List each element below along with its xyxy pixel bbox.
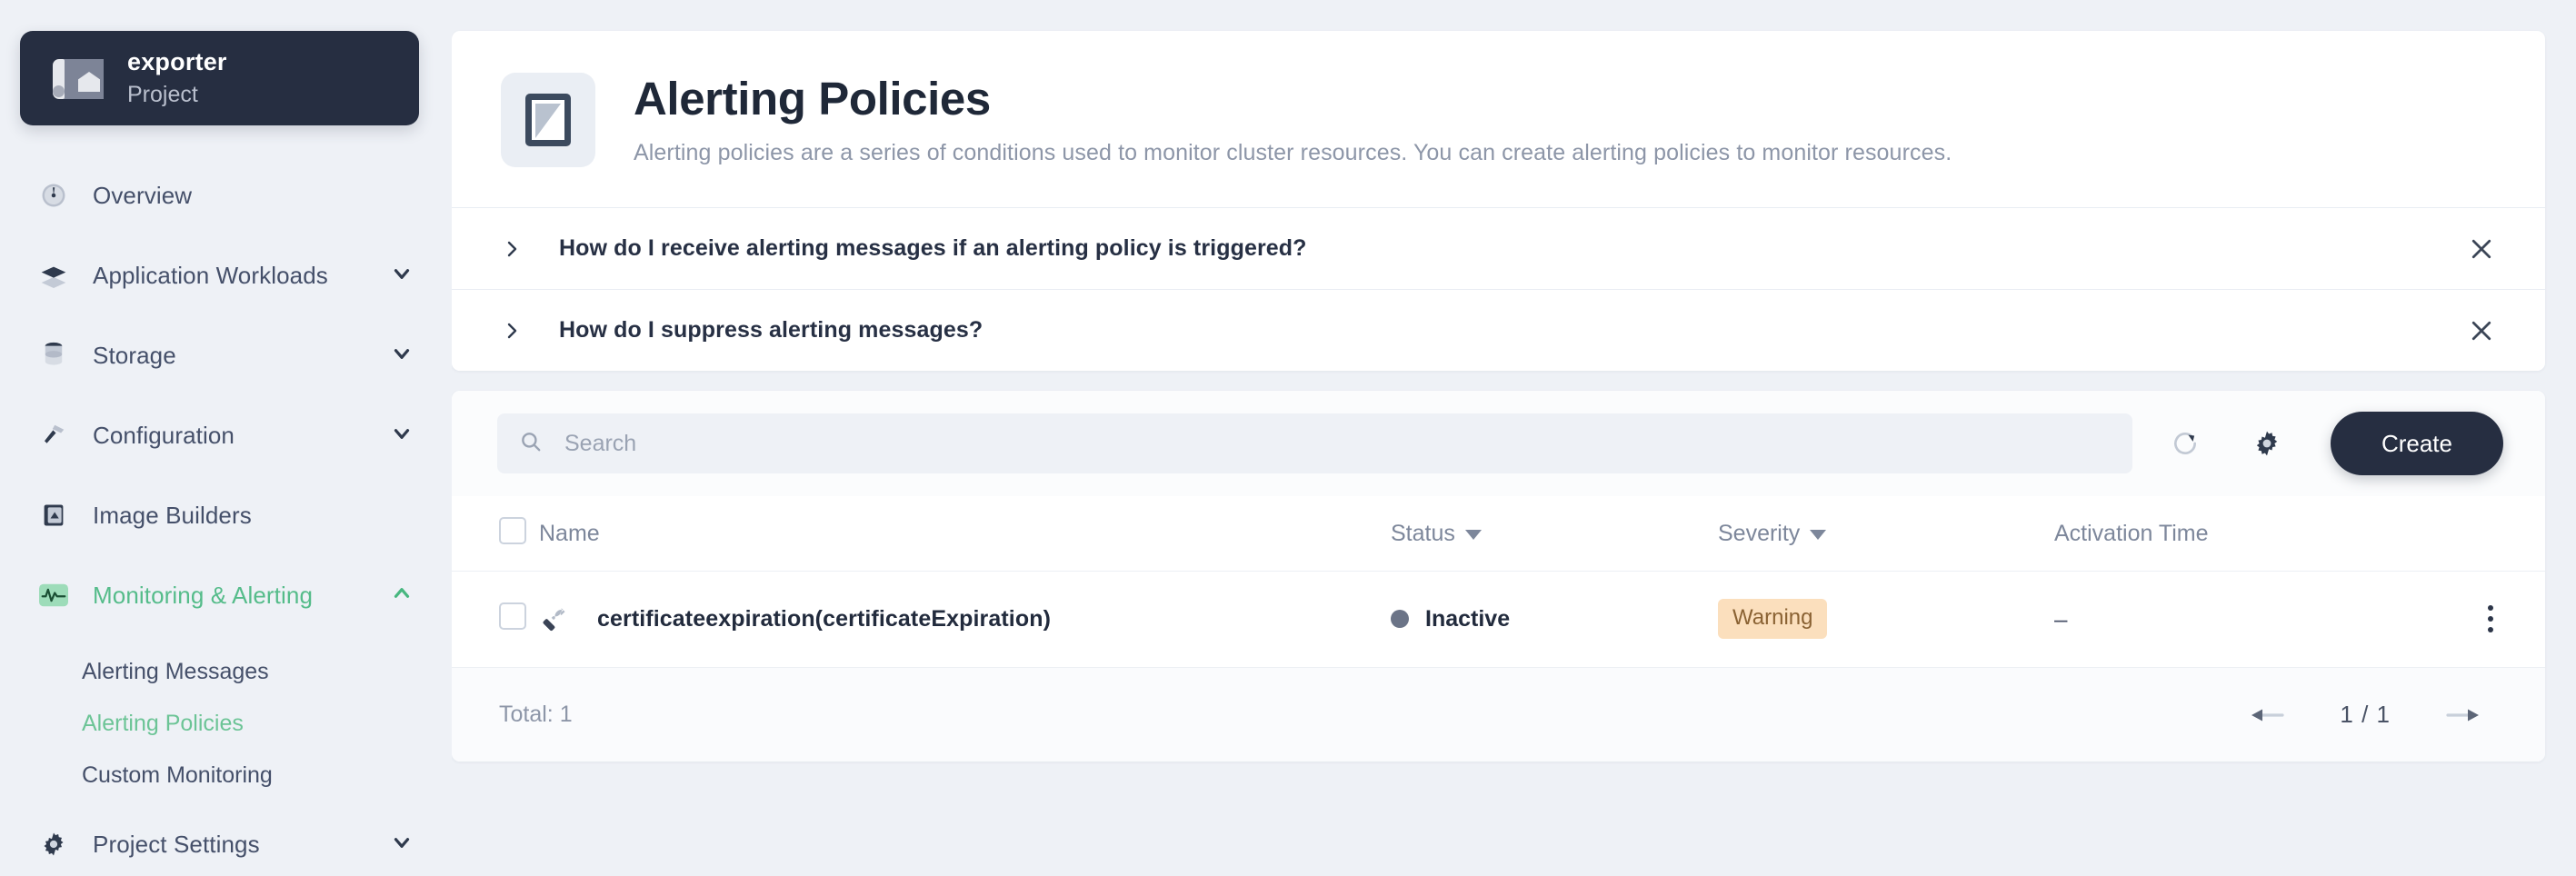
project-name: exporter [127, 47, 227, 78]
row-select-cell [452, 571, 539, 667]
column-header-name: Name [539, 496, 1391, 571]
faq-question: How do I receive alerting messages if an… [559, 235, 1307, 262]
column-label: Activation Time [2054, 521, 2209, 546]
refresh-icon[interactable] [2156, 414, 2214, 473]
chevron-right-icon[interactable] [501, 238, 524, 260]
sidebar-item-monitoring-alerting[interactable]: Monitoring & Alerting [0, 569, 452, 622]
chevron-down-icon[interactable] [390, 342, 414, 370]
chevron-down-icon[interactable] [390, 422, 414, 450]
chevron-right-icon[interactable] [501, 320, 524, 342]
sidebar-item-alerting-policies[interactable]: Alerting Policies [0, 701, 452, 746]
select-all-header [452, 496, 539, 571]
policy-table: Name Status Severity Activation Time [452, 496, 2545, 667]
row-name-cell: certificateexpiration(certificateExpirat… [539, 571, 1391, 667]
search-input[interactable]: Search [497, 413, 2132, 473]
close-icon[interactable] [2465, 233, 2498, 265]
sidebar-item-label: Configuration [93, 422, 235, 450]
status-dot-icon [1391, 610, 1409, 628]
table-row[interactable]: certificateexpiration(certificateExpirat… [452, 571, 2545, 667]
sidebar-item-label: Storage [93, 342, 176, 370]
row-status-cell: Inactive [1391, 571, 1718, 667]
main-content: Alerting Policies Alerting policies are … [452, 0, 2576, 876]
column-header-actions [2436, 496, 2545, 571]
select-all-checkbox[interactable] [499, 517, 526, 544]
row-checkbox[interactable] [499, 602, 526, 630]
sidebar-item-label: Overview [93, 182, 192, 210]
sidebar-item-alerting-messages[interactable]: Alerting Messages [0, 649, 452, 694]
column-header-status: Status [1391, 496, 1718, 571]
status-badge: Warning [1718, 599, 1827, 639]
faq-row[interactable]: How do I suppress alerting messages? [452, 289, 2545, 371]
faq-question: How do I suppress alerting messages? [559, 317, 983, 343]
column-header-severity: Severity [1718, 496, 2054, 571]
sidebar-item-label: Project Settings [93, 831, 260, 859]
sidebar: exporter Project Overview Application Wo… [0, 0, 452, 876]
page-title: Alerting Policies [634, 74, 1952, 124]
activation-time-value: – [2054, 605, 2067, 632]
create-button[interactable]: Create [2331, 412, 2503, 475]
row-severity-cell: Warning [1718, 571, 2054, 667]
layers-icon [35, 261, 73, 290]
gear-icon [35, 831, 73, 858]
sidebar-item-label: Image Builders [93, 502, 252, 530]
sidebar-item-image-builders[interactable]: Image Builders [0, 489, 452, 542]
gear-icon[interactable] [2238, 414, 2296, 473]
image-builder-icon [35, 502, 73, 529]
page-description: Alerting policies are a series of condit… [634, 140, 1952, 166]
chevron-up-icon[interactable] [390, 582, 414, 610]
column-label: Name [539, 521, 600, 546]
gauge-icon [35, 182, 73, 209]
wrench-icon [539, 603, 575, 634]
sidebar-subitem-label: Alerting Messages [82, 659, 269, 685]
pagination: 1 / 1 [2236, 694, 2494, 736]
sidebar-item-overview[interactable]: Overview [0, 169, 452, 222]
search-icon [519, 430, 543, 458]
hammer-icon [35, 422, 73, 449]
row-activation-time-cell: – [2054, 571, 2436, 667]
sidebar-item-application-workloads[interactable]: Application Workloads [0, 249, 452, 302]
more-vertical-icon[interactable] [2436, 605, 2545, 632]
sort-caret-icon[interactable] [1465, 530, 1482, 540]
sort-caret-icon[interactable] [1810, 530, 1826, 540]
column-label: Severity [1718, 521, 1800, 546]
status-label: Inactive [1425, 606, 1510, 632]
database-icon [35, 342, 73, 369]
policy-name: certificateexpiration(certificateExpirat… [597, 606, 1051, 632]
total-count: Total: 1 [499, 702, 573, 728]
sidebar-subitem-label: Custom Monitoring [82, 762, 273, 789]
chevron-down-icon[interactable] [390, 831, 414, 859]
row-actions-cell [2436, 571, 2545, 667]
sidebar-item-configuration[interactable]: Configuration [0, 409, 452, 462]
column-label: Status [1391, 521, 1455, 546]
sidebar-item-label: Application Workloads [93, 262, 328, 290]
page-indicator: 1 / 1 [2340, 701, 2391, 729]
sidebar-item-label: Monitoring & Alerting [93, 582, 313, 610]
project-blueprint-icon [51, 52, 104, 105]
faq-row[interactable]: How do I receive alerting messages if an… [452, 207, 2545, 289]
sidebar-nav: Overview Application Workloads Storage [0, 169, 452, 871]
arrow-left-icon[interactable] [2236, 694, 2300, 736]
policy-list-panel: Search Create Name [452, 391, 2545, 762]
table-header-row: Name Status Severity Activation Time [452, 496, 2545, 571]
project-role: Project [127, 80, 227, 110]
table-footer: Total: 1 1 / 1 [452, 667, 2545, 762]
sidebar-item-project-settings[interactable]: Project Settings [0, 818, 452, 871]
sidebar-subitem-label: Alerting Policies [82, 711, 244, 737]
close-icon[interactable] [2465, 314, 2498, 347]
column-header-activation-time: Activation Time [2054, 496, 2436, 571]
header-panel: Alerting Policies Alerting policies are … [452, 31, 2545, 371]
sidebar-item-storage[interactable]: Storage [0, 329, 452, 382]
app-root: exporter Project Overview Application Wo… [0, 0, 2576, 876]
pulse-icon [35, 583, 73, 607]
chevron-down-icon[interactable] [390, 262, 414, 290]
search-placeholder: Search [564, 431, 636, 457]
toolbar: Search Create [452, 391, 2545, 496]
arrow-right-icon[interactable] [2431, 694, 2494, 736]
sidebar-item-custom-monitoring[interactable]: Custom Monitoring [0, 752, 452, 798]
alerting-policy-icon [501, 73, 595, 167]
project-card[interactable]: exporter Project [20, 31, 419, 125]
